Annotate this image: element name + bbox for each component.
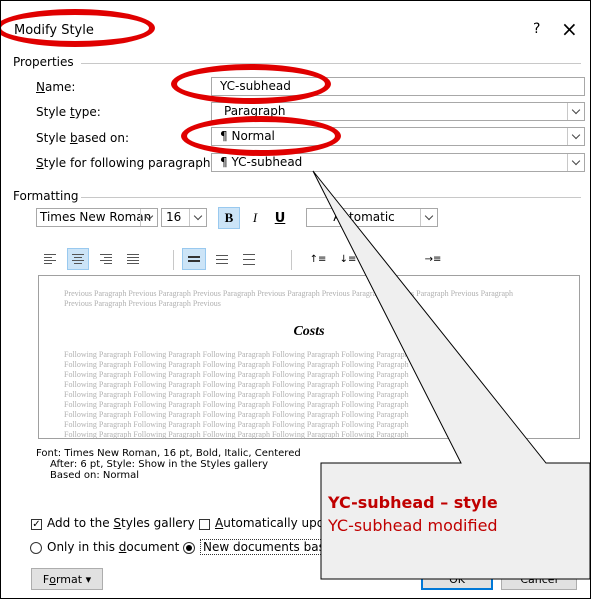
callout-title: YC-subhead – style bbox=[328, 493, 498, 512]
highlight-ellipse-based-on bbox=[181, 116, 341, 156]
highlight-ellipse-title bbox=[1, 9, 155, 47]
modify-style-dialog: Modify Style ? × Properties Name: YC-sub… bbox=[0, 0, 591, 599]
highlight-ellipse-name bbox=[171, 64, 331, 104]
callout-body: YC-subhead modified bbox=[328, 516, 498, 535]
